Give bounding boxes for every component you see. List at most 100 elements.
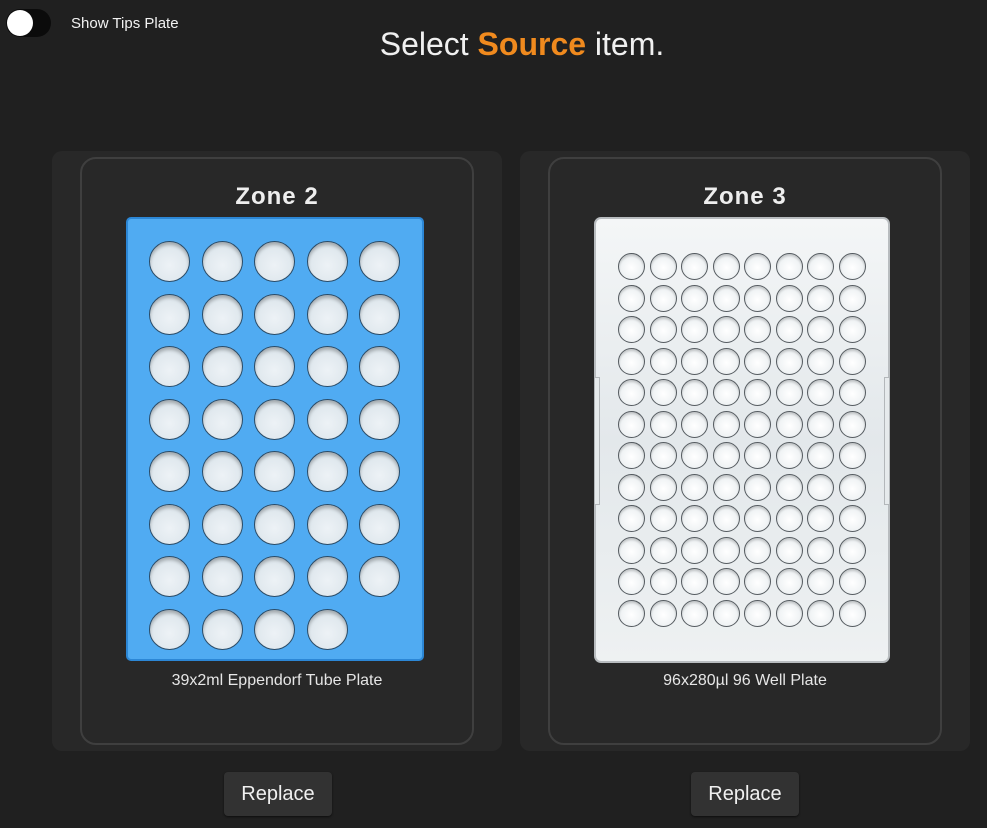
- well[interactable]: [649, 568, 677, 595]
- well[interactable]: [359, 451, 400, 492]
- well[interactable]: [807, 536, 834, 564]
- well[interactable]: [254, 503, 295, 545]
- well[interactable]: [838, 473, 866, 501]
- well[interactable]: [618, 505, 645, 532]
- well[interactable]: [712, 505, 740, 532]
- well[interactable]: [306, 608, 348, 650]
- well[interactable]: [254, 241, 295, 282]
- 96-well-plate[interactable]: [594, 217, 890, 663]
- well[interactable]: [744, 536, 771, 564]
- well[interactable]: [681, 473, 708, 501]
- well[interactable]: [306, 503, 348, 545]
- well[interactable]: [649, 284, 677, 312]
- well[interactable]: [681, 379, 708, 406]
- well[interactable]: [744, 568, 771, 595]
- well[interactable]: [838, 568, 866, 595]
- well[interactable]: [618, 316, 645, 343]
- well[interactable]: [775, 473, 803, 501]
- well[interactable]: [838, 284, 866, 312]
- well[interactable]: [649, 253, 677, 280]
- well[interactable]: [681, 316, 708, 343]
- well[interactable]: [306, 398, 348, 440]
- well[interactable]: [838, 410, 866, 438]
- well[interactable]: [618, 473, 645, 501]
- well[interactable]: [807, 347, 834, 375]
- well[interactable]: [681, 347, 708, 375]
- well[interactable]: [681, 568, 708, 595]
- well[interactable]: [744, 316, 771, 343]
- well[interactable]: [838, 347, 866, 375]
- well[interactable]: [201, 608, 243, 650]
- well[interactable]: [618, 253, 645, 280]
- well[interactable]: [201, 398, 243, 440]
- well[interactable]: [649, 473, 677, 501]
- well[interactable]: [359, 241, 400, 282]
- well[interactable]: [712, 568, 740, 595]
- well[interactable]: [201, 293, 243, 335]
- well[interactable]: [618, 347, 645, 375]
- well[interactable]: [649, 442, 677, 469]
- well[interactable]: [201, 451, 243, 492]
- well[interactable]: [149, 503, 190, 545]
- well[interactable]: [775, 505, 803, 532]
- well[interactable]: [149, 293, 190, 335]
- well[interactable]: [359, 556, 400, 597]
- well[interactable]: [744, 379, 771, 406]
- well[interactable]: [254, 398, 295, 440]
- well[interactable]: [712, 379, 740, 406]
- well[interactable]: [618, 284, 645, 312]
- well[interactable]: [254, 451, 295, 492]
- well[interactable]: [807, 505, 834, 532]
- well[interactable]: [306, 241, 348, 282]
- well[interactable]: [775, 347, 803, 375]
- well[interactable]: [254, 556, 295, 597]
- well[interactable]: [744, 505, 771, 532]
- well[interactable]: [712, 253, 740, 280]
- well[interactable]: [712, 473, 740, 501]
- well[interactable]: [807, 599, 834, 627]
- well[interactable]: [149, 556, 190, 597]
- well[interactable]: [649, 599, 677, 627]
- well[interactable]: [744, 599, 771, 627]
- well[interactable]: [618, 599, 645, 627]
- well[interactable]: [775, 284, 803, 312]
- well[interactable]: [681, 410, 708, 438]
- well[interactable]: [649, 410, 677, 438]
- replace-zone-2-button[interactable]: Replace: [224, 772, 332, 816]
- well[interactable]: [359, 346, 400, 387]
- well[interactable]: [744, 347, 771, 375]
- well[interactable]: [775, 568, 803, 595]
- well[interactable]: [149, 608, 190, 650]
- well[interactable]: [712, 284, 740, 312]
- well[interactable]: [618, 536, 645, 564]
- well[interactable]: [201, 241, 243, 282]
- well[interactable]: [838, 599, 866, 627]
- well[interactable]: [838, 505, 866, 532]
- well[interactable]: [149, 346, 190, 387]
- well[interactable]: [649, 316, 677, 343]
- well[interactable]: [838, 253, 866, 280]
- well[interactable]: [681, 599, 708, 627]
- well[interactable]: [807, 284, 834, 312]
- well[interactable]: [744, 410, 771, 438]
- well[interactable]: [775, 316, 803, 343]
- well[interactable]: [649, 347, 677, 375]
- well[interactable]: [807, 410, 834, 438]
- well[interactable]: [359, 293, 400, 335]
- well[interactable]: [775, 536, 803, 564]
- well[interactable]: [775, 410, 803, 438]
- well[interactable]: [681, 536, 708, 564]
- replace-zone-3-button[interactable]: Replace: [691, 772, 799, 816]
- well[interactable]: [618, 410, 645, 438]
- well[interactable]: [712, 410, 740, 438]
- well[interactable]: [807, 316, 834, 343]
- well[interactable]: [306, 293, 348, 335]
- well[interactable]: [712, 599, 740, 627]
- well[interactable]: [712, 442, 740, 469]
- well[interactable]: [807, 379, 834, 406]
- well[interactable]: [149, 398, 190, 440]
- well[interactable]: [649, 536, 677, 564]
- well[interactable]: [254, 608, 295, 650]
- well[interactable]: [775, 253, 803, 280]
- well[interactable]: [649, 379, 677, 406]
